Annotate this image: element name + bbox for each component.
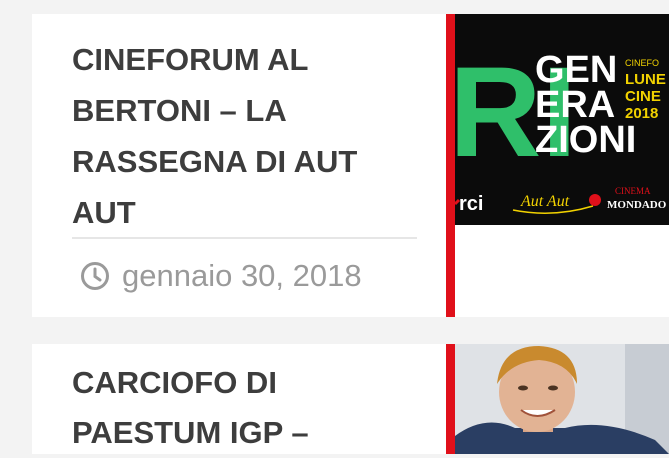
promo-footer-right-top: CINEMA (615, 186, 651, 196)
divider (72, 237, 417, 239)
clock-icon (80, 261, 110, 291)
post-card[interactable]: CINEFORUM AL BERTONI – LA RASSEGNA DI AU… (32, 14, 669, 317)
promo-side-4: 2018 (625, 105, 658, 122)
thumbnail-promo-graphic: RI GEN ERA ZIONI CINEFO LUNE CINE 2018 r… (455, 14, 669, 225)
accent-bar (446, 14, 455, 317)
portrait-photo (455, 344, 669, 454)
promo-side-2: LUNE (625, 71, 666, 88)
promo-side-3: CINE (625, 88, 661, 105)
promo-line-3: ZIONI (535, 119, 636, 161)
post-date: gennaio 30, 2018 (80, 258, 362, 294)
accent-bar (446, 344, 455, 454)
promo-side-1: CINEFO (625, 58, 659, 68)
post-text: CARCIOFO DI PAESTUM IGP – (32, 344, 446, 454)
post-thumbnail[interactable] (455, 344, 669, 454)
post-title-link[interactable]: CINEFORUM AL BERTONI – LA RASSEGNA DI AU… (72, 14, 402, 238)
post-date-text: gennaio 30, 2018 (122, 258, 362, 293)
post-title-link[interactable]: CARCIOFO DI PAESTUM IGP – (72, 344, 402, 458)
post-card[interactable]: CARCIOFO DI PAESTUM IGP – (32, 344, 669, 454)
promo-footer-right: MONDADO (607, 199, 667, 211)
post-thumbnail[interactable]: RI GEN ERA ZIONI CINEFO LUNE CINE 2018 r… (455, 14, 669, 225)
promo-footer-left: rci (459, 193, 483, 215)
promo-footer-middle: Aut Aut (520, 193, 570, 210)
